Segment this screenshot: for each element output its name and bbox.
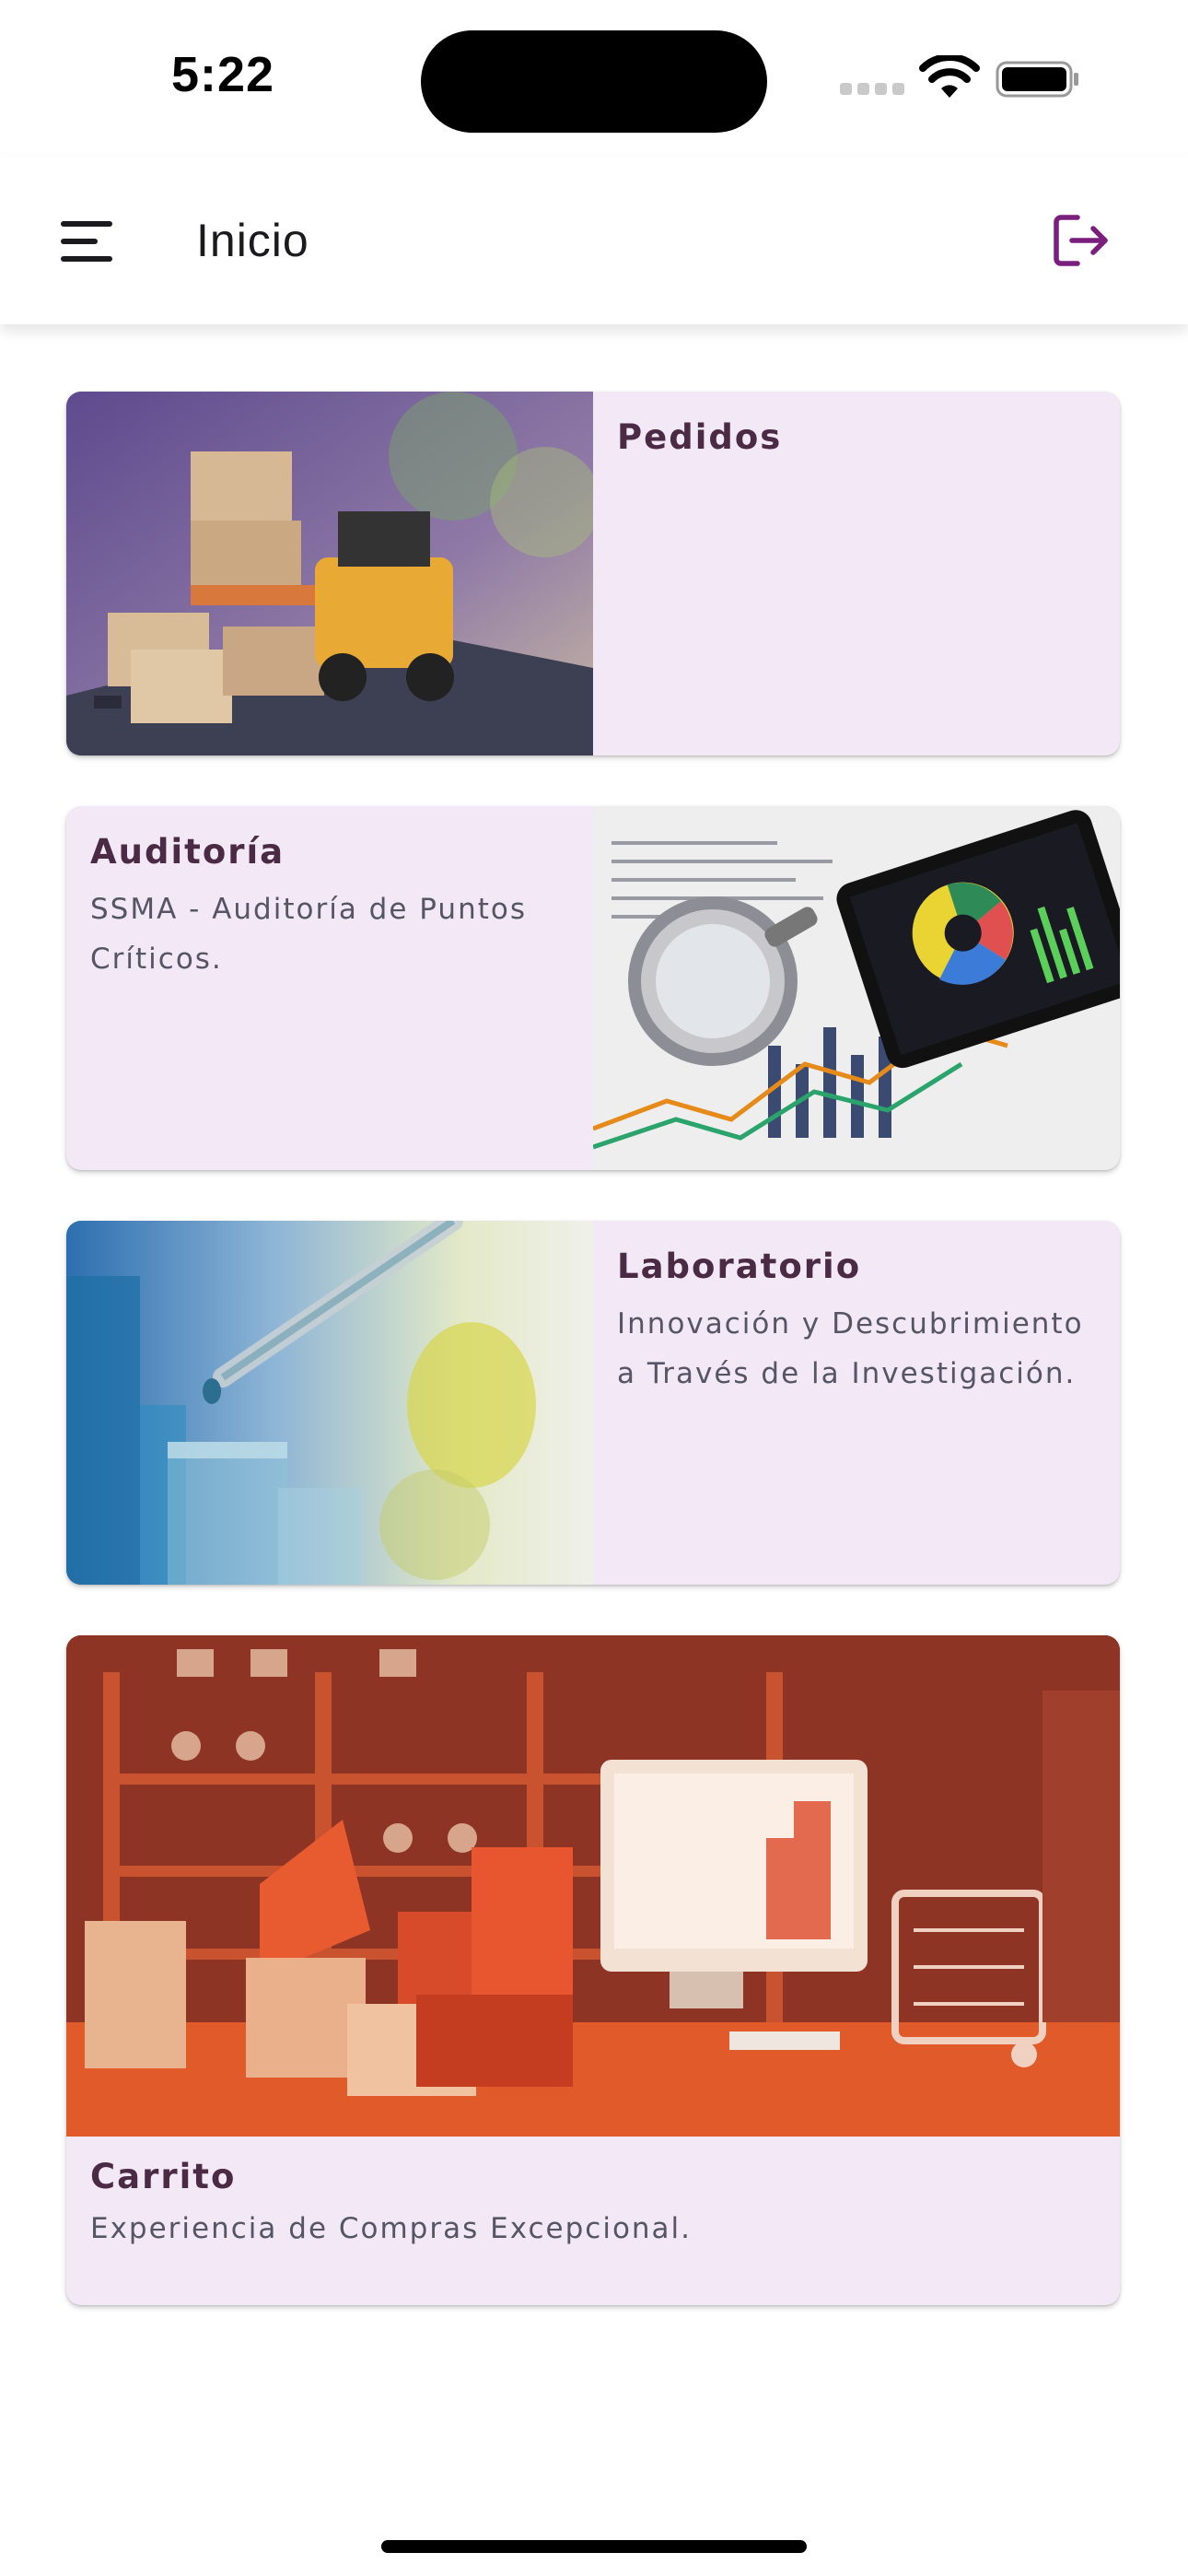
hamburger-menu-icon[interactable] <box>61 221 114 262</box>
card-text-laboratorio: Laboratorio Innovación y Descubrimiento … <box>593 1221 1120 1585</box>
card-text-pedidos: Pedidos <box>593 392 1120 755</box>
card-title: Pedidos <box>617 417 783 457</box>
status-time: 5:22 <box>171 47 275 102</box>
card-text-auditoria: Auditoría SSMA - Auditoría de Puntos Crí… <box>66 806 593 1170</box>
card-auditoria[interactable]: Auditoría SSMA - Auditoría de Puntos Crí… <box>66 806 1120 1170</box>
card-pedidos[interactable]: Pedidos <box>66 392 1120 755</box>
wifi-icon <box>919 55 980 100</box>
battery-icon <box>996 61 1080 98</box>
cellular-signal-icon <box>840 83 910 100</box>
card-description: Innovación y Descubrimiento a Través de … <box>617 1307 1084 1390</box>
card-image-pedidos <box>66 392 593 755</box>
card-title: Carrito <box>90 2157 237 2196</box>
home-indicator[interactable] <box>381 2540 807 2553</box>
page-title: Inicio <box>196 215 309 266</box>
card-description: SSMA - Auditoría de Puntos Críticos. <box>90 893 527 976</box>
logout-icon[interactable] <box>1052 212 1111 269</box>
card-image-carrito <box>66 1635 1120 2137</box>
dynamic-island <box>421 30 767 133</box>
card-image-auditoria <box>593 806 1120 1170</box>
card-carrito[interactable]: Carrito Experiencia de Compras Excepcion… <box>66 1635 1120 2305</box>
card-image-laboratorio <box>66 1221 593 1585</box>
card-title: Laboratorio <box>617 1247 862 1286</box>
card-laboratorio[interactable]: Laboratorio Innovación y Descubrimiento … <box>66 1221 1120 1585</box>
app-header: Inicio <box>0 157 1188 324</box>
card-text-carrito: Carrito Experiencia de Compras Excepcion… <box>66 2137 1120 2274</box>
card-description: Experiencia de Compras Excepcional. <box>90 2212 693 2245</box>
status-bar: 5:22 <box>0 0 1188 157</box>
card-title: Auditoría <box>90 832 285 872</box>
